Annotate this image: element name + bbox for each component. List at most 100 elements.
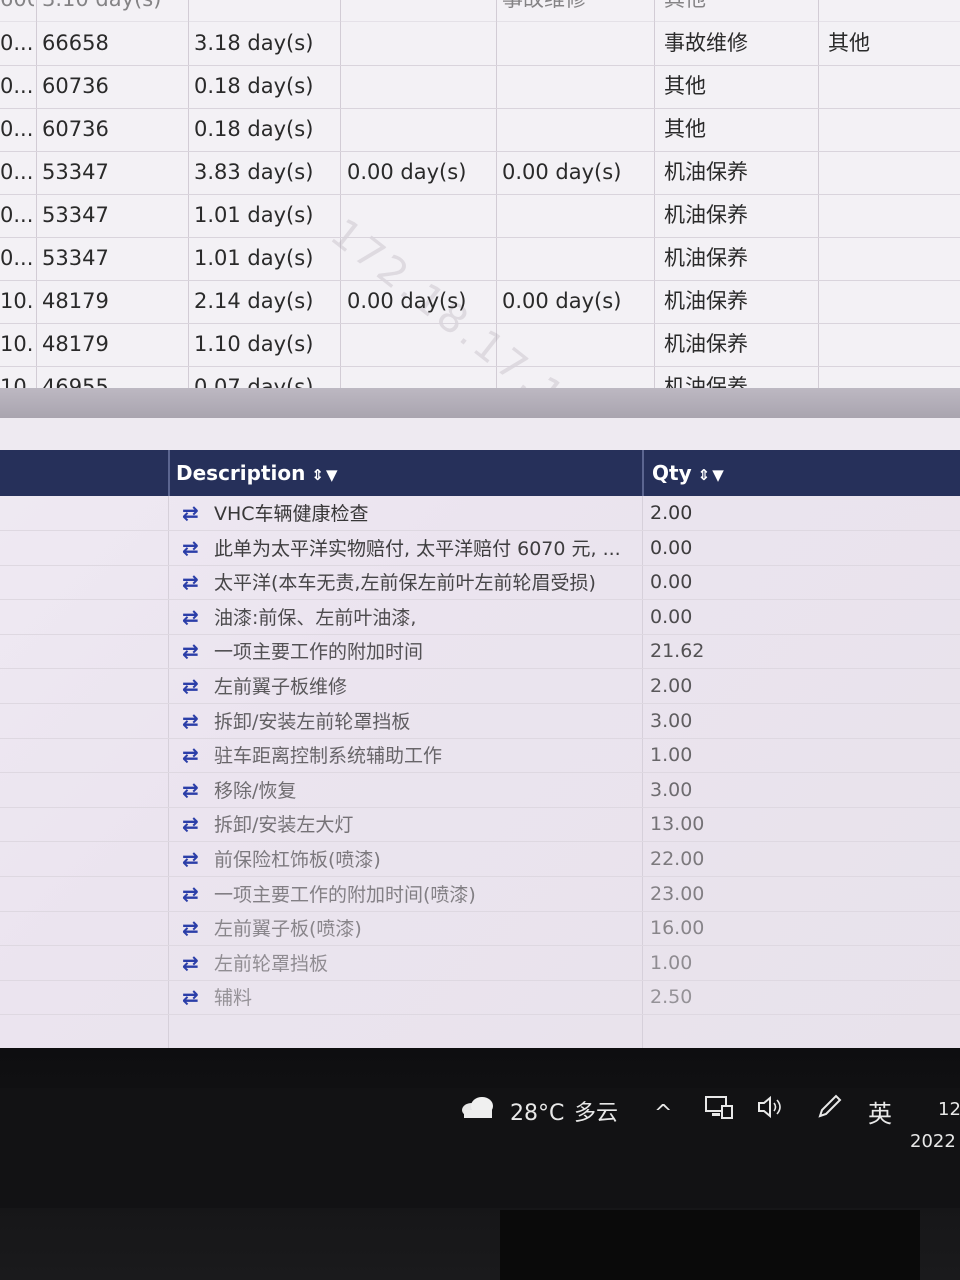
swap-arrows-icon[interactable]: ⇄	[182, 565, 208, 599]
duration-cell-2	[347, 22, 487, 65]
category-cell	[828, 65, 948, 108]
top-grid-row[interactable]: 10... 46955 0.07 day(s) 机油保养	[0, 366, 960, 388]
mileage-cell: 60736	[42, 74, 109, 98]
description-cell: ⇄ 拆卸/安装左前轮罩挡板	[182, 704, 627, 738]
pane-splitter[interactable]	[0, 388, 960, 418]
qty-cell: 1.00	[650, 744, 693, 767]
filter-icon[interactable]: ▼	[326, 466, 338, 484]
detail-row[interactable]: ⇄ 左前翼子板维修 2.00	[0, 669, 960, 704]
ime-indicator[interactable]: 英	[868, 1094, 892, 1134]
detail-row[interactable]: ⇄ 驻车距离控制系统辅助工作 1.00	[0, 738, 960, 774]
duration-cell-2	[347, 323, 487, 366]
duration-cell: 1.10 day(s)	[194, 332, 314, 356]
swap-arrows-icon[interactable]: ⇄	[182, 842, 208, 876]
top-grid-row[interactable]: 0... 53347 1.01 day(s) 机油保养	[0, 194, 960, 238]
detail-row[interactable]: ⇄ 左前翼子板(喷漆) 16.00	[0, 911, 960, 947]
qty-cell: 1.00	[650, 951, 693, 974]
qty-cell: 21.62	[650, 640, 705, 663]
detail-row[interactable]: ⇄ 油漆:前保、左前叶油漆, 0.00	[0, 600, 960, 635]
detail-row[interactable]: ⇄ 此单为太平洋实物赔付, 太平洋赔付 6070 元, ... 0.00	[0, 531, 960, 566]
mileage-cell: 48179	[42, 289, 109, 313]
detail-row[interactable]: ⇄ 一项主要工作的附加时间 21.62	[0, 634, 960, 670]
mileage-cell: 53347	[42, 203, 109, 227]
column-header-description[interactable]: Description ⇕ ▼	[176, 450, 337, 496]
duration-cell-2	[347, 237, 487, 280]
monitor-stand	[500, 1210, 920, 1280]
swap-arrows-icon[interactable]: ⇄	[182, 600, 208, 634]
detail-row[interactable]: ⇄ 拆卸/安装左大灯 13.00	[0, 807, 960, 843]
detail-row[interactable]: ⇄ VHC车辆健康检查 2.00	[0, 496, 960, 531]
detail-row[interactable]: ⇄ 辅料 2.50	[0, 980, 960, 1016]
job-type-cell: 其他	[664, 0, 814, 21]
swap-arrows-icon[interactable]: ⇄	[182, 807, 208, 841]
network-icon[interactable]	[704, 1094, 734, 1134]
duration-cell-3: 0.00 day(s)	[502, 289, 622, 313]
tray-chevron-icon[interactable]: ^	[654, 1094, 672, 1134]
detail-row[interactable]: ⇄ 一项主要工作的附加时间(喷漆) 23.00	[0, 877, 960, 912]
clock-time[interactable]: 12	[938, 1100, 960, 1120]
detail-row[interactable]: ⇄ 太平洋(本车无责,左前保左前叶左前轮眉受损) 0.00	[0, 565, 960, 601]
cloud-icon[interactable]	[460, 1096, 496, 1118]
sort-icon[interactable]: ⇕	[698, 466, 711, 484]
job-type-cell: 机油保养	[664, 160, 748, 184]
top-grid-row[interactable]: 10... 48179 1.10 day(s) 机油保养	[0, 323, 960, 367]
duration-cell: 2.14 day(s)	[194, 289, 314, 313]
row-id-cell: 0...	[0, 246, 34, 270]
row-id-cell: 0...	[0, 74, 34, 98]
description-cell: ⇄ 左前轮罩挡板	[182, 946, 627, 980]
swap-arrows-icon[interactable]: ⇄	[182, 496, 208, 530]
swap-arrows-icon[interactable]: ⇄	[182, 669, 208, 703]
category-cell	[828, 280, 948, 323]
qty-cell: 2.50	[650, 986, 693, 1009]
description-text: 驻车距离控制系统辅助工作	[214, 745, 443, 768]
duration-cell-3	[502, 366, 642, 388]
swap-arrows-icon[interactable]: ⇄	[182, 877, 208, 911]
pen-icon[interactable]	[816, 1094, 848, 1134]
column-header-qty-label: Qty	[652, 461, 692, 485]
swap-arrows-icon[interactable]: ⇄	[182, 634, 208, 668]
detail-row[interactable]: ⇄ 前保险杠饰板(喷漆) 22.00	[0, 842, 960, 877]
job-type-cell: 机油保养	[664, 375, 748, 388]
top-grid-row[interactable]: 0... 53347 1.01 day(s) 机油保养	[0, 237, 960, 281]
qty-cell: 0.00	[650, 536, 693, 559]
swap-arrows-icon[interactable]: ⇄	[182, 738, 208, 772]
description-text: 辅料	[214, 987, 253, 1010]
weather-text[interactable]: 多云	[574, 1094, 618, 1134]
top-grid-row[interactable]: 0... 60736 0.18 day(s) 其他	[0, 108, 960, 152]
swap-arrows-icon[interactable]: ⇄	[182, 773, 208, 807]
detail-row[interactable]: ⇄ 左前轮罩挡板 1.00	[0, 946, 960, 981]
top-grid-row[interactable]: 0... 53347 3.83 day(s) 0.00 day(s) 0.00 day(…	[0, 151, 960, 195]
temperature[interactable]: 28°C	[510, 1094, 564, 1134]
category-cell	[828, 194, 948, 237]
description-text: 油漆:前保、左前叶油漆,	[214, 606, 417, 629]
description-text: 左前翼子板(喷漆)	[214, 918, 362, 941]
column-header-qty[interactable]: Qty ⇕ ▼	[652, 450, 724, 496]
duration-cell: 1.01 day(s)	[194, 203, 314, 227]
swap-arrows-icon[interactable]: ⇄	[182, 531, 208, 565]
sort-icon[interactable]: ⇕	[311, 466, 324, 484]
duration-cell-2	[347, 194, 487, 237]
mileage-cell: 48179	[42, 332, 109, 356]
detail-row[interactable]: ⇄ 移除/恢复 3.00	[0, 773, 960, 808]
filter-icon[interactable]: ▼	[712, 466, 724, 484]
clock-date[interactable]: 2022	[910, 1130, 956, 1154]
detail-row[interactable]: ⇄ 拆卸/安装左前轮罩挡板 3.00	[0, 704, 960, 739]
description-cell: ⇄ 辅料	[182, 980, 627, 1014]
description-cell: ⇄ 太平洋(本车无责,左前保左前叶左前轮眉受损)	[182, 565, 627, 599]
swap-arrows-icon[interactable]: ⇄	[182, 704, 208, 738]
mileage-cell: 53347	[42, 246, 109, 270]
swap-arrows-icon[interactable]: ⇄	[182, 946, 208, 980]
top-grid-row[interactable]: 0... 66658 3.18 day(s) 事故维修 其他	[0, 22, 960, 66]
category-cell	[828, 237, 948, 280]
top-grid-row[interactable]: 10... 48179 2.14 day(s) 0.00 day(s) 0.00 day…	[0, 280, 960, 324]
header-divider	[168, 450, 170, 496]
top-grid-row[interactable]: 0... 60736 0.18 day(s) 其他	[0, 65, 960, 109]
duration-cell: 3.83 day(s)	[194, 160, 314, 184]
swap-arrows-icon[interactable]: ⇄	[182, 980, 208, 1014]
description-text: 左前翼子板维修	[214, 676, 348, 698]
mileage-cell: 60736	[42, 117, 109, 141]
volume-icon[interactable]	[756, 1094, 786, 1134]
top-grid-row[interactable]: 60090 3.10 day(s) 事故维修 其他	[0, 0, 960, 22]
swap-arrows-icon[interactable]: ⇄	[182, 911, 208, 945]
duration-cell-3	[502, 108, 642, 151]
